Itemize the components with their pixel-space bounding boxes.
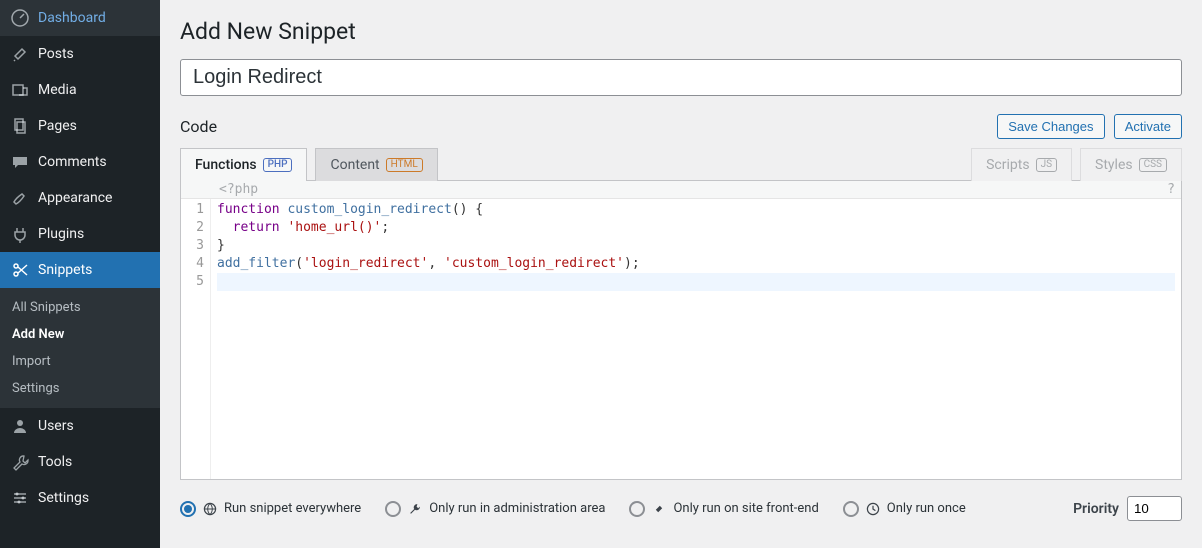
dashboard-icon — [10, 8, 30, 28]
pin-icon — [10, 44, 30, 64]
radio-icon — [843, 501, 859, 517]
page-title: Add New Snippet — [180, 18, 1182, 45]
sidebar-item-tools[interactable]: Tools — [0, 444, 160, 480]
radio-icon — [385, 501, 401, 517]
sidebar-item-label: Posts — [38, 46, 74, 62]
tab-label: Scripts — [986, 157, 1029, 173]
option-label: Only run once — [887, 501, 966, 516]
run-admin-option[interactable]: Only run in administration area — [385, 501, 605, 517]
tab-scripts: Scripts JS — [971, 148, 1072, 181]
comments-icon — [10, 152, 30, 172]
sidebar-item-settings[interactable]: Settings — [0, 480, 160, 516]
css-badge: CSS — [1139, 158, 1167, 172]
scissors-icon — [10, 260, 30, 280]
sidebar-item-label: Plugins — [38, 226, 84, 242]
snippets-submenu: All Snippets Add New Import Settings — [0, 288, 160, 408]
sidebar-item-label: Comments — [38, 154, 107, 170]
save-changes-button[interactable]: Save Changes — [997, 114, 1104, 139]
sidebar-item-comments[interactable]: Comments — [0, 144, 160, 180]
sidebar-item-label: Dashboard — [38, 10, 106, 26]
user-icon — [10, 416, 30, 436]
media-icon — [10, 80, 30, 100]
radio-icon — [180, 501, 196, 517]
run-everywhere-option[interactable]: Run snippet everywhere — [180, 501, 361, 517]
wrench-icon — [10, 452, 30, 472]
tab-label: Functions — [195, 157, 257, 173]
tab-styles: Styles CSS — [1080, 148, 1182, 181]
pin-icon — [651, 501, 667, 517]
submenu-import[interactable]: Import — [0, 348, 160, 375]
submenu-all-snippets[interactable]: All Snippets — [0, 294, 160, 321]
submenu-settings[interactable]: Settings — [0, 375, 160, 402]
plug-icon — [10, 224, 30, 244]
sidebar-item-label: Appearance — [38, 190, 112, 206]
priority-label: Priority — [1073, 501, 1119, 517]
php-open-tag: <?php — [219, 182, 258, 197]
brush-icon — [10, 188, 30, 208]
run-scope-options: Run snippet everywhere Only run in admin… — [180, 501, 966, 517]
globe-icon — [202, 501, 218, 517]
sidebar-item-pages[interactable]: Pages — [0, 108, 160, 144]
pages-icon — [10, 116, 30, 136]
admin-sidebar: Dashboard Posts Media Pages Comments App… — [0, 0, 160, 548]
code-heading: Code — [180, 117, 217, 136]
js-badge: JS — [1036, 158, 1057, 172]
sidebar-item-appearance[interactable]: Appearance — [0, 180, 160, 216]
sliders-icon — [10, 488, 30, 508]
sidebar-item-label: Media — [38, 82, 77, 98]
tab-label: Content — [330, 157, 379, 173]
option-label: Run snippet everywhere — [224, 501, 361, 516]
priority-input[interactable] — [1127, 496, 1182, 521]
sidebar-item-label: Settings — [38, 490, 89, 506]
sidebar-item-label: Tools — [38, 454, 72, 470]
main-content: Add New Snippet Code Save Changes Activa… — [160, 0, 1202, 548]
radio-icon — [629, 501, 645, 517]
sidebar-item-posts[interactable]: Posts — [0, 36, 160, 72]
sidebar-item-media[interactable]: Media — [0, 72, 160, 108]
html-badge: HTML — [386, 158, 423, 172]
code-editor[interactable]: <?php ? 12345 function custom_login_redi… — [180, 180, 1182, 480]
run-frontend-option[interactable]: Only run on site front-end — [629, 501, 818, 517]
sidebar-item-label: Snippets — [38, 262, 92, 278]
code-lines[interactable]: function custom_login_redirect() { retur… — [211, 199, 1181, 479]
sidebar-item-plugins[interactable]: Plugins — [0, 216, 160, 252]
tab-content[interactable]: Content HTML — [315, 148, 437, 181]
php-badge: PHP — [263, 158, 293, 172]
option-label: Only run in administration area — [429, 501, 605, 516]
submenu-add-new[interactable]: Add New — [0, 321, 160, 348]
sidebar-item-dashboard[interactable]: Dashboard — [0, 0, 160, 36]
sidebar-item-snippets[interactable]: Snippets — [0, 252, 160, 288]
clock-icon — [865, 501, 881, 517]
tab-label: Styles — [1095, 157, 1133, 173]
tab-functions[interactable]: Functions PHP — [180, 148, 307, 181]
sidebar-item-label: Pages — [38, 118, 77, 134]
snippet-title-input[interactable] — [180, 59, 1182, 96]
line-gutter: 12345 — [181, 199, 211, 479]
sidebar-item-users[interactable]: Users — [0, 408, 160, 444]
sidebar-item-label: Users — [38, 418, 74, 434]
editor-help-icon[interactable]: ? — [1167, 182, 1175, 197]
wrench-icon — [407, 501, 423, 517]
code-type-tabs: Functions PHP Content HTML Scripts JS St… — [180, 147, 1182, 180]
run-once-option[interactable]: Only run once — [843, 501, 966, 517]
option-label: Only run on site front-end — [673, 501, 818, 516]
activate-button[interactable]: Activate — [1114, 114, 1182, 139]
